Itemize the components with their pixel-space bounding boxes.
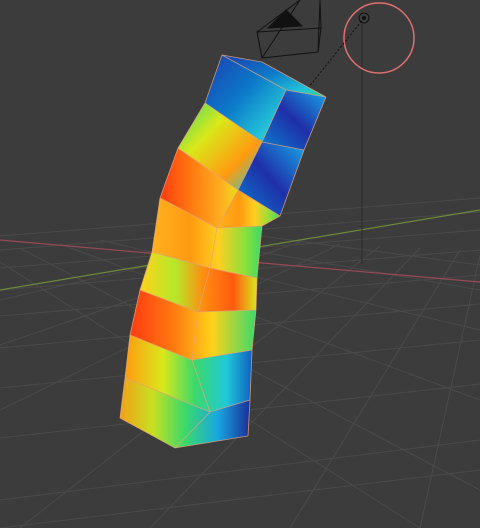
camera-icon[interactable] <box>256 0 322 59</box>
viewport-canvas[interactable] <box>0 0 480 528</box>
weight-painted-mesh[interactable] <box>119 54 327 449</box>
3d-viewport[interactable] <box>0 0 480 528</box>
light-icon[interactable] <box>299 2 415 99</box>
